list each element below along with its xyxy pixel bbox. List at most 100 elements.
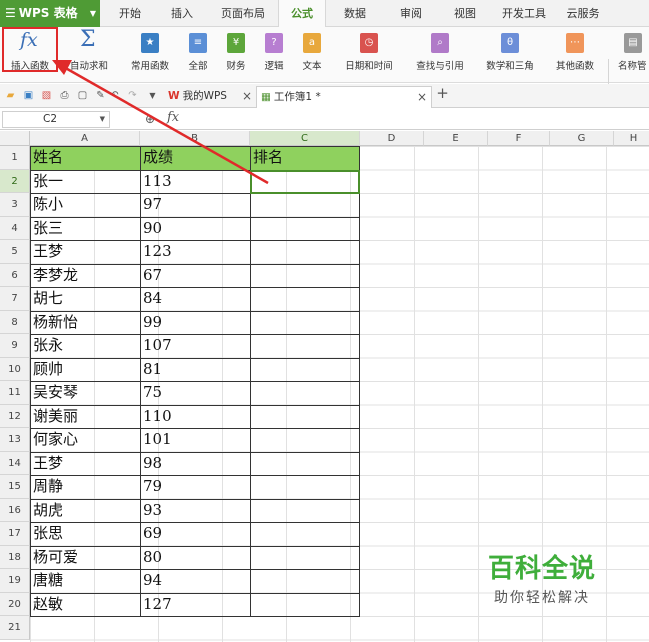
cell-b16[interactable]: 93 <box>140 499 250 523</box>
close-icon[interactable]: × <box>417 87 427 107</box>
cell-a12[interactable]: 谢美丽 <box>30 405 140 429</box>
name-manager-button[interactable]: ▤ 名称管 <box>614 27 649 83</box>
cell-b10[interactable]: 81 <box>140 358 250 382</box>
pdf-icon[interactable]: ▧ <box>40 89 53 102</box>
text-button[interactable]: a 文本 <box>294 27 330 83</box>
cell-b15[interactable]: 79 <box>140 475 250 499</box>
cell-b2[interactable]: 113 <box>140 170 250 194</box>
tab-page-layout[interactable]: 页面布局 <box>214 0 272 27</box>
col-header-d[interactable]: D <box>360 131 424 146</box>
new-tab-icon[interactable]: + <box>436 86 449 101</box>
cell-b4[interactable]: 90 <box>140 217 250 241</box>
row-header-20[interactable]: 20 <box>0 592 30 616</box>
cell-a17[interactable]: 张思 <box>30 522 140 546</box>
row-header-5[interactable]: 5 <box>0 240 30 264</box>
row-header-6[interactable]: 6 <box>0 263 30 287</box>
row-header-15[interactable]: 15 <box>0 475 30 499</box>
row-header-13[interactable]: 13 <box>0 428 30 452</box>
row-header-10[interactable]: 10 <box>0 357 30 381</box>
cell-a19[interactable]: 唐糖 <box>30 569 140 593</box>
cell-b1[interactable]: 成绩 <box>140 146 250 170</box>
cell-a11[interactable]: 吴安琴 <box>30 381 140 405</box>
col-header-f[interactable]: F <box>488 131 550 146</box>
cell-b17[interactable]: 69 <box>140 522 250 546</box>
common-functions-button[interactable]: ★ 常用函数 <box>122 27 178 83</box>
cell-b13[interactable]: 101 <box>140 428 250 452</box>
cell-a15[interactable]: 周静 <box>30 475 140 499</box>
print-icon[interactable]: ⎙ <box>58 89 71 102</box>
row-header-21[interactable]: 21 <box>0 616 30 640</box>
fx-label[interactable]: fx <box>167 110 179 125</box>
col-header-b[interactable]: B <box>140 131 250 146</box>
selected-cell-c2[interactable] <box>250 170 360 194</box>
cell-a20[interactable]: 赵敏 <box>30 593 140 617</box>
cell-b3[interactable]: 97 <box>140 193 250 217</box>
undo-icon[interactable]: ↶ <box>108 89 121 102</box>
tab-data[interactable]: 数据 <box>332 0 378 27</box>
cell-b14[interactable]: 98 <box>140 452 250 476</box>
open-folder-icon[interactable]: ▰ <box>4 89 17 102</box>
row-header-7[interactable]: 7 <box>0 287 30 311</box>
cell-a1[interactable]: 姓名 <box>30 146 140 170</box>
row-header-11[interactable]: 11 <box>0 381 30 405</box>
redo-icon[interactable]: ↷ <box>126 89 139 102</box>
cell-b18[interactable]: 80 <box>140 546 250 570</box>
other-functions-button[interactable]: ⋯ 其他函数 <box>546 27 604 83</box>
tab-developer[interactable]: 开发工具 <box>496 0 552 27</box>
chevron-down-icon[interactable]: ▼ <box>146 89 159 102</box>
tab-insert[interactable]: 插入 <box>160 0 204 27</box>
cell-a9[interactable]: 张永 <box>30 334 140 358</box>
tab-review[interactable]: 审阅 <box>388 0 434 27</box>
cell-a4[interactable]: 张三 <box>30 217 140 241</box>
cell-b5[interactable]: 123 <box>140 240 250 264</box>
row-header-16[interactable]: 16 <box>0 498 30 522</box>
row-header-4[interactable]: 4 <box>0 216 30 240</box>
col-header-c[interactable]: C <box>250 131 360 146</box>
tab-my-wps[interactable]: W 我的WPS × <box>168 86 256 108</box>
cell-a18[interactable]: 杨可爱 <box>30 546 140 570</box>
cell-b8[interactable]: 99 <box>140 311 250 335</box>
cell-a10[interactable]: 顾帅 <box>30 358 140 382</box>
cell-b11[interactable]: 75 <box>140 381 250 405</box>
cell-b9[interactable]: 107 <box>140 334 250 358</box>
autosum-button[interactable]: Σ 自动求和 <box>58 27 120 83</box>
cell-a7[interactable]: 胡七 <box>30 287 140 311</box>
row-header-17[interactable]: 17 <box>0 522 30 546</box>
row-header-12[interactable]: 12 <box>0 404 30 428</box>
row-header-19[interactable]: 19 <box>0 569 30 593</box>
preview-icon[interactable]: ▢ <box>76 89 89 102</box>
close-icon[interactable]: × <box>242 86 252 106</box>
save-icon[interactable]: ▣ <box>22 89 35 102</box>
row-header-1[interactable]: 1 <box>0 146 30 170</box>
row-header-14[interactable]: 14 <box>0 451 30 475</box>
row-header-8[interactable]: 8 <box>0 310 30 334</box>
col-header-g[interactable]: G <box>550 131 614 146</box>
cell-a2[interactable]: 张一 <box>30 170 140 194</box>
cell-a6[interactable]: 李梦龙 <box>30 264 140 288</box>
tab-home[interactable]: 开始 <box>108 0 152 27</box>
zoom-icon[interactable]: ⊕ <box>145 112 155 126</box>
tab-view[interactable]: 视图 <box>442 0 488 27</box>
select-all-corner[interactable] <box>0 131 30 146</box>
row-header-18[interactable]: 18 <box>0 545 30 569</box>
tab-formulas[interactable]: 公式 <box>278 0 326 28</box>
finance-button[interactable]: ¥ 财务 <box>218 27 254 83</box>
datetime-button[interactable]: ◷ 日期和时间 <box>334 27 404 83</box>
cell-b6[interactable]: 67 <box>140 264 250 288</box>
cell-b19[interactable]: 94 <box>140 569 250 593</box>
chevron-down-icon[interactable]: ▼ <box>100 112 105 127</box>
lookup-button[interactable]: ⌕ 查找与引用 <box>406 27 474 83</box>
cell-b7[interactable]: 84 <box>140 287 250 311</box>
cell-a5[interactable]: 王梦 <box>30 240 140 264</box>
cell-a13[interactable]: 何家心 <box>30 428 140 452</box>
cell-c1[interactable]: 排名 <box>250 146 360 170</box>
name-box[interactable]: C2 ▼ <box>2 111 110 128</box>
format-painter-icon[interactable]: ✎ <box>94 89 107 102</box>
math-button[interactable]: θ 数学和三角 <box>476 27 544 83</box>
all-functions-button[interactable]: ≡ 全部 <box>180 27 216 83</box>
cell-b20[interactable]: 127 <box>140 593 250 617</box>
tab-workbook[interactable]: ▦ 工作簿1 * × <box>256 86 432 108</box>
cell-b12[interactable]: 110 <box>140 405 250 429</box>
logic-button[interactable]: ? 逻辑 <box>256 27 292 83</box>
cell-a8[interactable]: 杨新怡 <box>30 311 140 335</box>
